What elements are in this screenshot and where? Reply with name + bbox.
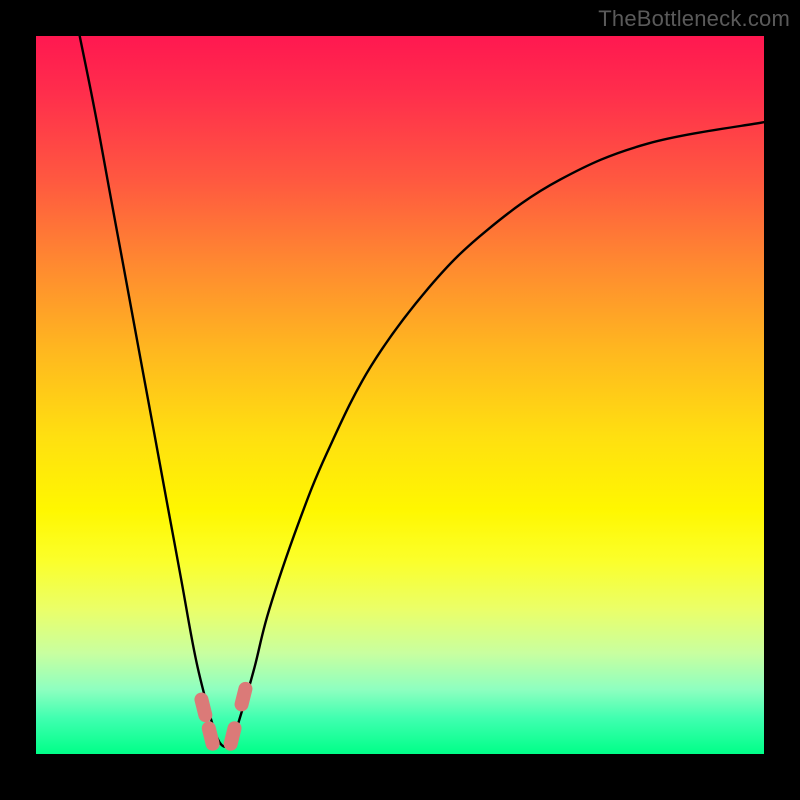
watermark-text: TheBottleneck.com (598, 6, 790, 32)
marker-right-upper (233, 680, 254, 712)
plot-area (36, 36, 764, 754)
marker-right-lower (222, 720, 243, 752)
marker-left-upper (193, 691, 214, 723)
curve-svg (36, 36, 764, 754)
chart-frame: TheBottleneck.com (0, 0, 800, 800)
bottleneck-curve (80, 36, 764, 747)
marker-left-lower (200, 720, 221, 752)
markers-group (193, 680, 254, 752)
